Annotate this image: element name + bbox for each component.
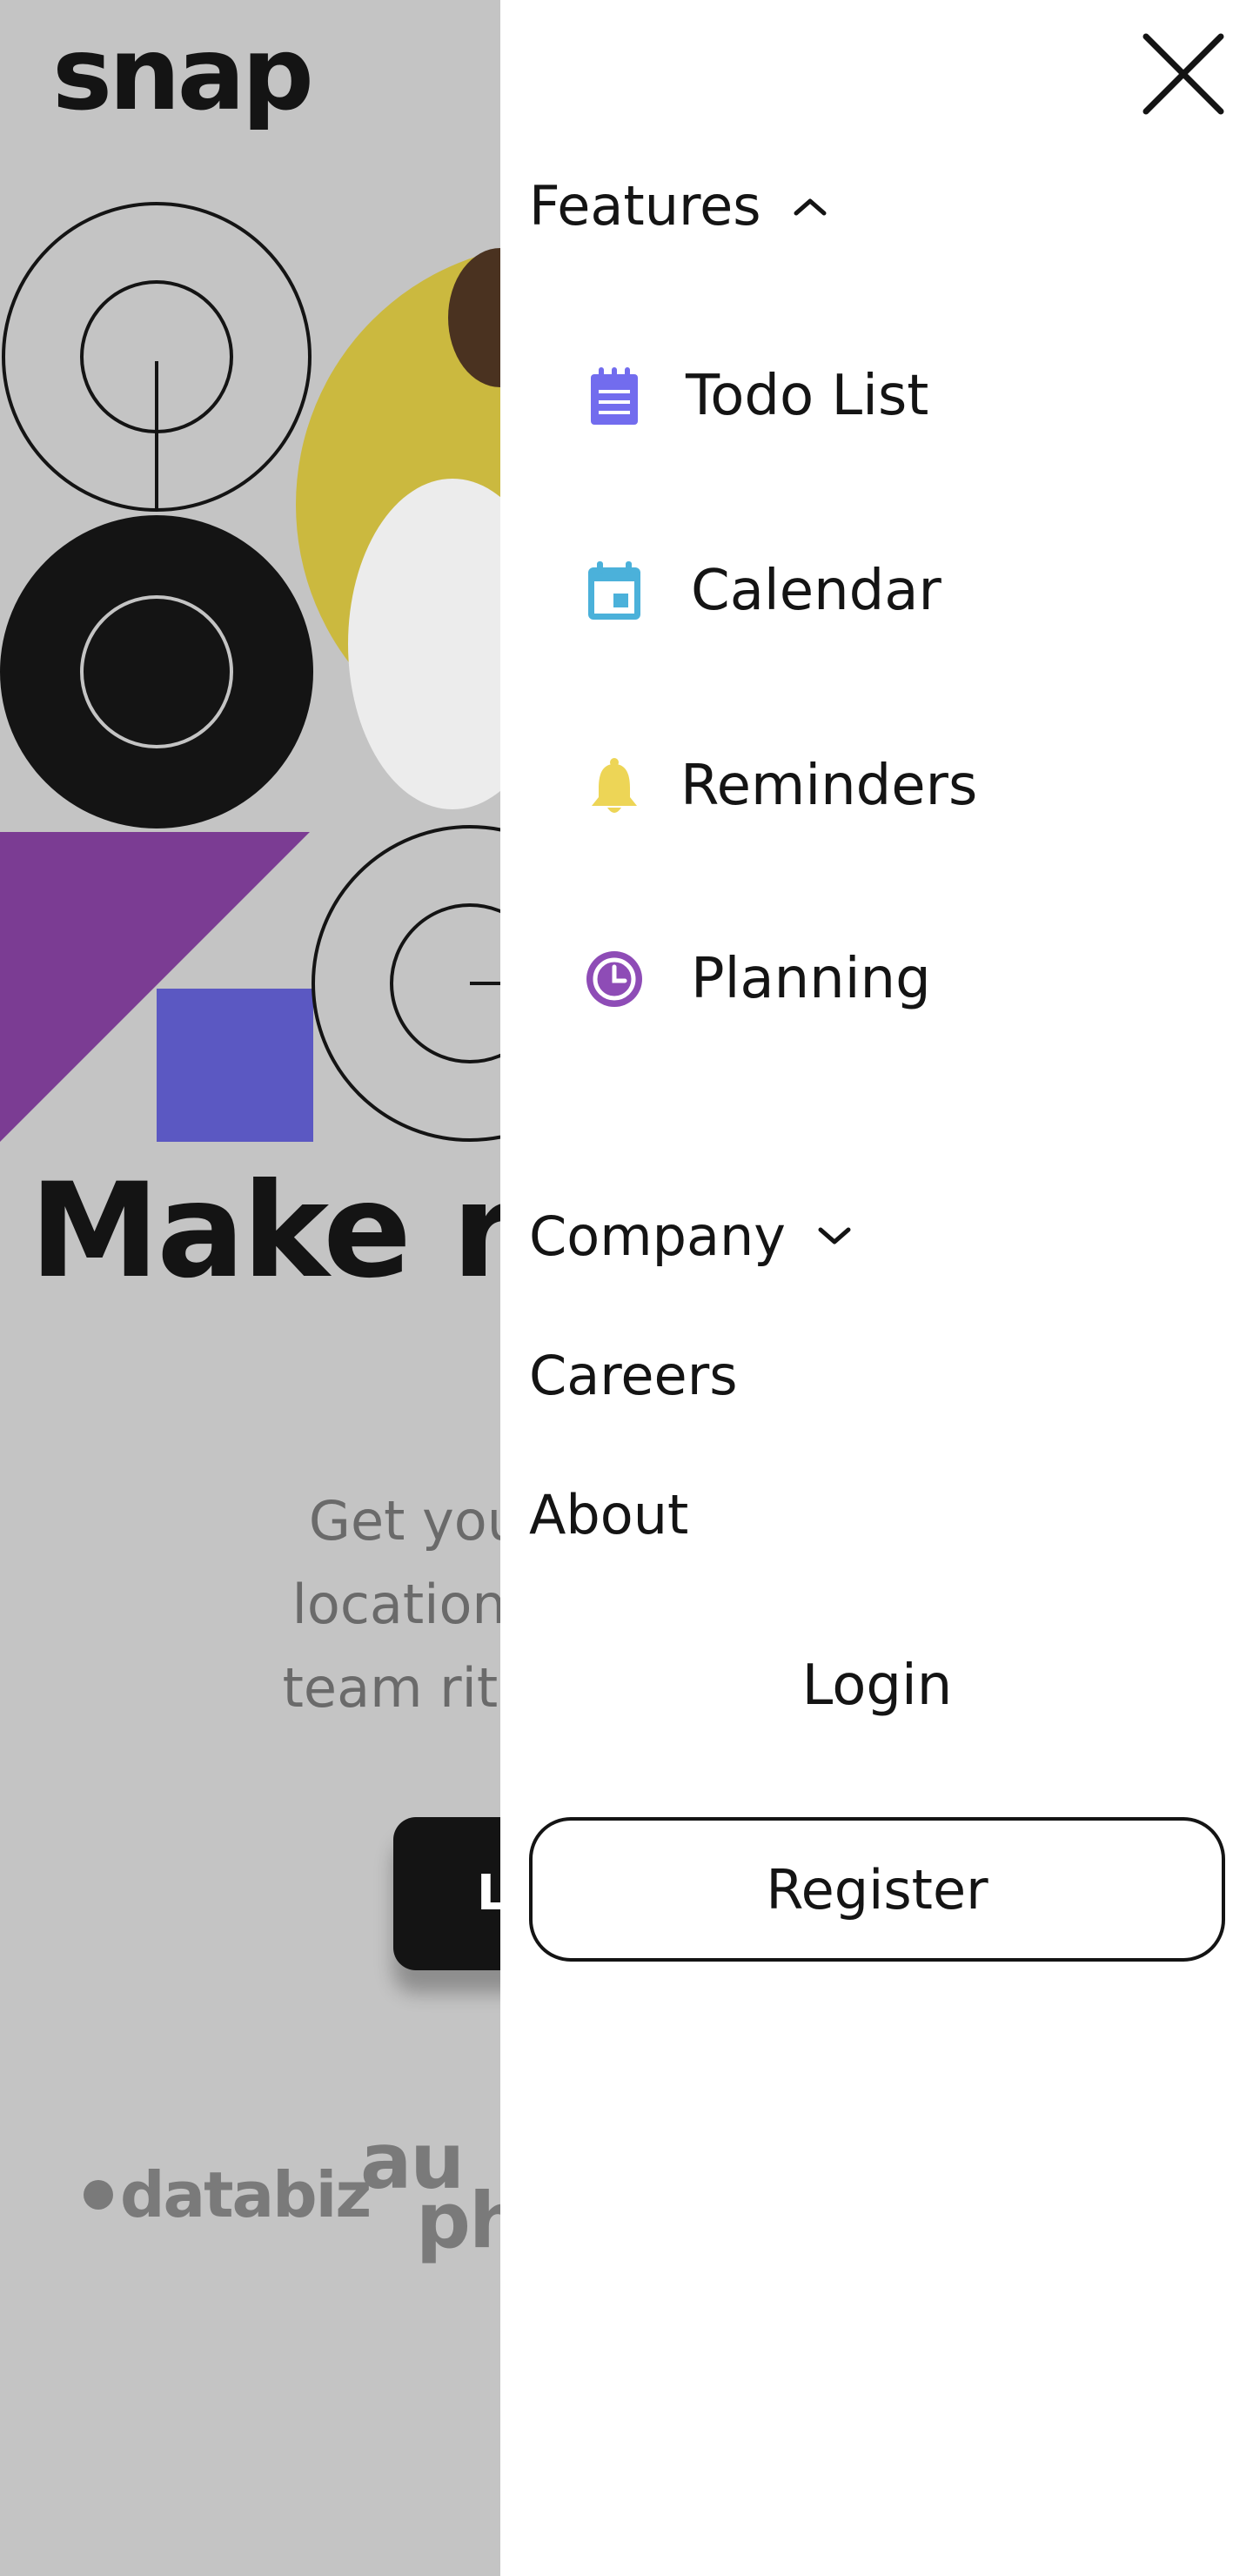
menu-item-calendar[interactable]: Calendar [583,559,941,623]
mobile-nav-drawer: Features Todo List Calendar Reminders Pl… [500,0,1253,2576]
brand-logo[interactable]: snap [52,24,314,125]
databiz-dot-icon [84,2180,113,2210]
client-logo-audiophile: au ph [360,2123,524,2259]
menu-item-reminders[interactable]: Reminders [583,754,977,818]
register-button[interactable]: Register [529,1817,1225,1962]
menu-item-label: Planning [691,947,931,1011]
login-link[interactable]: Login [529,1654,1225,1718]
hero-illustration [0,202,500,1142]
calendar-icon [583,560,646,622]
menu-item-label: Reminders [680,754,978,818]
chevron-up-icon [794,198,827,215]
indigo-square [157,989,313,1142]
menu-item-label: Todo List [686,364,929,428]
menu-item-planning[interactable]: Planning [583,947,931,1011]
close-icon [1142,33,1224,115]
menu-item-label: Calendar [691,559,941,623]
company-menu-toggle[interactable]: Company [529,1204,852,1268]
features-menu-toggle[interactable]: Features [529,174,828,238]
black-disc [0,515,313,828]
chevron-down-icon [818,1227,851,1244]
menu-item-todo-list[interactable]: Todo List [583,364,928,428]
page: snap Make re Get your team location. Str… [0,0,1253,2576]
company-label: Company [529,1204,786,1268]
todo-list-icon [583,365,646,427]
features-label: Features [529,174,761,238]
bell-icon [583,755,646,817]
databiz-wordmark: databiz [120,2158,372,2231]
nav-link-careers[interactable]: Careers [529,1344,738,1407]
clock-icon [583,948,646,1010]
nav-link-about[interactable]: About [529,1483,688,1546]
client-logo-databiz: databiz [84,2158,372,2231]
close-menu-button[interactable] [1136,26,1231,122]
